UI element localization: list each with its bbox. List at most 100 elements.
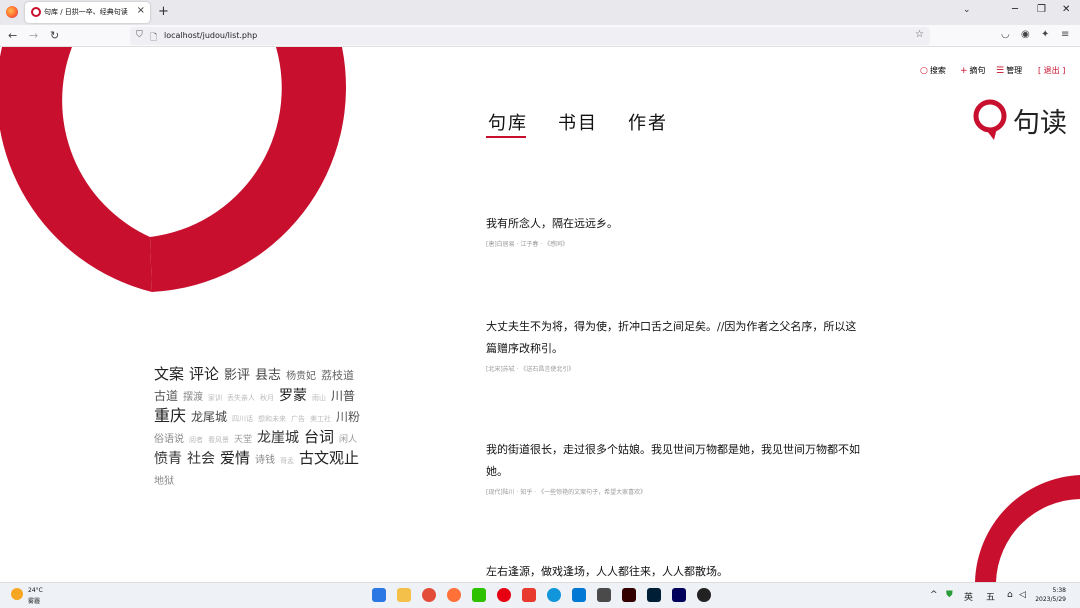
ime-language[interactable]: 英 xyxy=(964,590,973,603)
ime-mode[interactable]: 五 xyxy=(986,590,995,603)
page-icon[interactable]: 🗋 xyxy=(150,30,157,46)
tag-cloud-item[interactable]: 天堂 xyxy=(234,431,252,449)
reload-icon[interactable]: ↻ xyxy=(50,29,59,42)
tag-cloud-item[interactable]: 丢失亲人 xyxy=(227,389,255,407)
tag-cloud-item[interactable]: 文案 xyxy=(154,365,184,383)
quote-source[interactable]: [北宋]苏轼 · 《送石昌言使北引》 xyxy=(486,364,866,373)
volume-icon[interactable]: ◁ xyxy=(1019,590,1026,600)
tag-cloud-item[interactable]: 杨贵妃 xyxy=(286,368,316,386)
minimize-icon[interactable]: ─ xyxy=(1012,4,1018,15)
quote-item[interactable]: 我的街道很长，走过很多个姑娘。我见世间万物都是她，我见世间万物都不如她。 [现代… xyxy=(486,439,866,496)
search-link[interactable]: ○ 搜索 xyxy=(920,65,946,76)
extensions-icon[interactable]: ✦ xyxy=(1041,29,1049,40)
premiere-icon[interactable] xyxy=(672,588,686,602)
start-icon[interactable] xyxy=(372,588,386,602)
decorative-ring-graphic xyxy=(0,47,1080,582)
tag-cloud-item[interactable]: 社会 xyxy=(187,450,215,468)
illustrator-icon[interactable] xyxy=(622,588,636,602)
photoshop-icon[interactable] xyxy=(647,588,661,602)
tab-authors[interactable]: 作者 xyxy=(628,109,668,135)
weather-sun-icon[interactable] xyxy=(11,588,23,600)
back-arrow-icon[interactable]: ← xyxy=(8,29,17,42)
tag-cloud-item[interactable]: 俗语说 xyxy=(154,431,184,449)
pocket-icon[interactable]: ◡ xyxy=(1001,29,1010,40)
tag-cloud-item[interactable]: 龙尾城 xyxy=(191,408,227,426)
tag-cloud-item[interactable]: 爱情 xyxy=(220,449,250,467)
tag-cloud-item[interactable]: 四川话 xyxy=(232,410,253,428)
security-icon[interactable]: ⛊ xyxy=(946,590,953,600)
quote-item[interactable]: 左右逢源，做戏逢场，人人都往来，人人都散场。 xyxy=(486,561,866,582)
browser-tab[interactable]: 句库 / 日拱一卒、经典句读 × xyxy=(25,2,150,23)
netease-music-icon[interactable] xyxy=(497,588,511,602)
tag-cloud-item[interactable]: 美工社 xyxy=(310,410,331,428)
tag-cloud-item[interactable]: 影评 xyxy=(224,367,250,385)
search-icon: ○ xyxy=(920,66,928,76)
site-logo-text[interactable]: 句读 xyxy=(1013,101,1067,140)
tag-cloud-item[interactable]: 诗钱 xyxy=(255,452,275,470)
tag-cloud-item[interactable]: 古道 xyxy=(154,387,178,405)
file-explorer-icon[interactable] xyxy=(397,588,411,602)
quote-item[interactable]: 我有所念人，隔在远远乡。 [唐]白居易 · 江子春 · 《感同》 xyxy=(486,213,866,248)
firefox-taskbar-icon[interactable] xyxy=(447,588,461,602)
tag-cloud-item[interactable]: 雨山 xyxy=(312,389,326,407)
manage-link[interactable]: ☰ 管理 xyxy=(996,65,1022,76)
wechat-icon[interactable] xyxy=(472,588,486,602)
url-bar[interactable]: ⛉ 🗋 localhost/judou/list.php ☆ xyxy=(130,27,930,45)
new-tab-button[interactable]: + xyxy=(158,4,169,19)
weather-condition[interactable]: 雾霾 xyxy=(28,596,40,605)
tag-cloud-item[interactable]: 罗蒙 xyxy=(279,387,307,405)
site-logo-icon[interactable] xyxy=(972,97,1012,141)
tag-cloud-item[interactable]: 阅者 xyxy=(189,431,203,449)
tag-cloud-item[interactable]: 重庆 xyxy=(154,407,186,425)
tab-books[interactable]: 书目 xyxy=(558,109,598,135)
quote-source[interactable]: [现代]陆川 · 知乎 · 《一些惊艳的文案句子，希望大家喜欢》 xyxy=(486,487,866,496)
add-quote-link[interactable]: + 摘句 xyxy=(960,65,986,76)
weather-temperature[interactable]: 24°C xyxy=(28,587,43,594)
tag-cloud-item[interactable]: 广告 xyxy=(291,410,305,428)
url-text[interactable]: localhost/judou/list.php xyxy=(164,31,257,40)
menu-icon[interactable]: ≡ xyxy=(1061,29,1069,40)
network-icon[interactable]: ⌂ xyxy=(1007,590,1013,600)
clock-date: 2023/5/29 xyxy=(1035,596,1066,603)
tab-close-button[interactable]: × xyxy=(137,5,145,16)
tag-cloud-item[interactable]: 县志 xyxy=(255,367,281,385)
media-player-icon[interactable] xyxy=(697,588,711,602)
list-icon: ☰ xyxy=(996,66,1005,76)
tag-cloud-item[interactable]: 想和未来 xyxy=(258,410,286,428)
app-icon[interactable] xyxy=(547,588,561,602)
tag-cloud-item[interactable]: 闲人 xyxy=(339,431,357,449)
quote-item[interactable]: 大丈夫生不为将，得为使，折冲口舌之间足矣。//因为作者之父名序，所以这篇赠序改称… xyxy=(486,316,866,373)
tag-cloud-item[interactable]: 台词 xyxy=(304,428,334,446)
close-window-icon[interactable]: ✕ xyxy=(1062,4,1070,15)
clock[interactable]: 5:38 2023/5/29 xyxy=(1035,586,1066,604)
chrome-icon[interactable] xyxy=(422,588,436,602)
tag-cloud-item[interactable]: 秋月 xyxy=(260,389,274,407)
shield-icon[interactable]: ⛉ xyxy=(136,30,143,40)
tag-cloud-item[interactable]: 哥孟 xyxy=(280,452,294,470)
tray-chevron-icon[interactable]: ^ xyxy=(930,590,938,600)
firefox-icon[interactable] xyxy=(6,6,18,18)
app-icon[interactable] xyxy=(597,588,611,602)
restore-icon[interactable]: ❐ xyxy=(1037,4,1046,15)
tag-cloud-item[interactable]: 古文观止 xyxy=(299,449,359,467)
tag-cloud-item[interactable]: 家训 xyxy=(208,389,222,407)
bookmark-star-icon[interactable]: ☆ xyxy=(915,29,924,40)
tag-cloud-item[interactable]: 川普 xyxy=(331,387,355,405)
weibo-icon[interactable] xyxy=(522,588,536,602)
tag-cloud-item[interactable]: 愤青 xyxy=(154,450,182,468)
vscode-icon[interactable] xyxy=(572,588,586,602)
tag-cloud-item[interactable]: 荔枝道 xyxy=(321,367,354,385)
list-tabs-chevron-icon[interactable]: ⌄ xyxy=(963,5,971,15)
tag-cloud-item[interactable]: 看风景 xyxy=(208,431,229,449)
tag-cloud-item[interactable]: 地狱 xyxy=(154,473,174,491)
forward-arrow-icon[interactable]: → xyxy=(29,29,38,42)
tag-cloud-item[interactable]: 川粉 xyxy=(336,408,360,426)
account-icon[interactable]: ◉ xyxy=(1021,29,1030,40)
tab-quotes[interactable]: 句库 xyxy=(488,109,528,135)
logout-link[interactable]: [ 退出 ] xyxy=(1038,65,1065,76)
browser-window: 句库 / 日拱一卒、经典句读 × + ⌄ ─ ❐ ✕ ← → ↻ ⛉ 🗋 loc… xyxy=(0,0,1080,582)
tag-cloud-item[interactable]: 龙崖城 xyxy=(257,429,299,447)
quote-source[interactable]: [唐]白居易 · 江子春 · 《感同》 xyxy=(486,239,866,248)
tag-cloud-item[interactable]: 摆渡 xyxy=(183,389,203,407)
tag-cloud-item[interactable]: 评论 xyxy=(189,365,219,383)
